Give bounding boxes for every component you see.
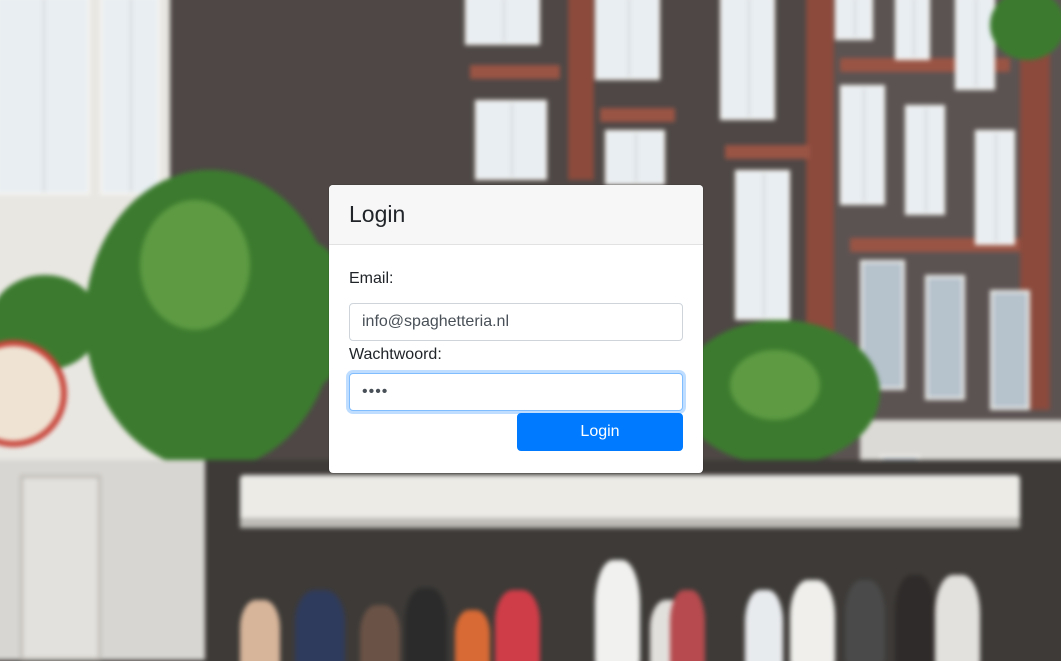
login-card: Login Email: Wachtwoord: Login: [329, 185, 703, 473]
login-button[interactable]: Login: [517, 413, 683, 451]
login-title: Login: [349, 201, 406, 227]
card-header: Login: [329, 185, 703, 245]
password-field[interactable]: [349, 373, 683, 411]
email-field[interactable]: [349, 303, 683, 341]
login-form: Email: Wachtwoord: Login: [329, 245, 703, 451]
email-label: Email:: [349, 270, 394, 287]
password-label: Wachtwoord:: [349, 346, 442, 363]
